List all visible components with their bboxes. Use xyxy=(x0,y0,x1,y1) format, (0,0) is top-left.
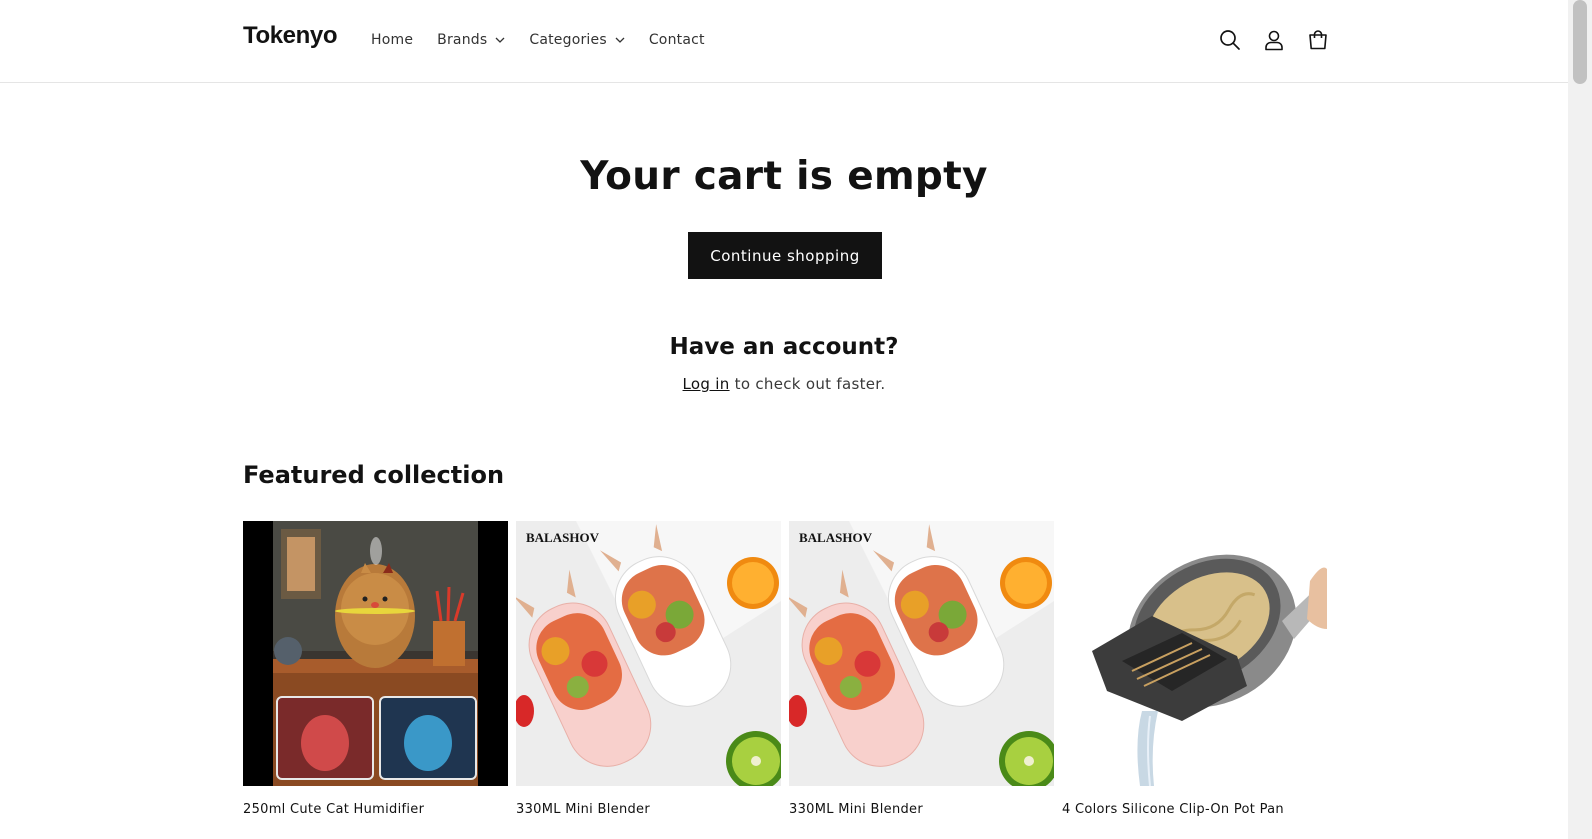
nav-brands[interactable]: Brands xyxy=(437,32,505,48)
login-suffix: to check out faster. xyxy=(729,375,886,393)
chevron-down-icon xyxy=(615,37,625,43)
cart-empty-title: Your cart is empty xyxy=(580,154,988,199)
product-title[interactable]: 330ML Mini Blender xyxy=(516,802,781,817)
site-logo[interactable]: Tokenyo xyxy=(243,22,338,50)
product-title[interactable]: 250ml Cute Cat Humidifier xyxy=(243,802,508,817)
account-title: Have an account? xyxy=(669,334,899,360)
brand-logo: BALASHOV xyxy=(799,530,873,545)
nav-home[interactable]: Home xyxy=(371,32,413,48)
nav-contact-label: Contact xyxy=(648,32,705,48)
main-nav: Home Brands Categories Contact xyxy=(371,32,729,48)
cart-icon[interactable] xyxy=(1306,28,1330,52)
scrollbar-thumb[interactable] xyxy=(1573,0,1587,84)
search-icon[interactable] xyxy=(1218,28,1242,52)
product-card[interactable]: 4 Colors Silicone Clip-On Pot Pan xyxy=(1062,521,1327,817)
featured-title: Featured collection xyxy=(243,461,505,489)
nav-contact[interactable]: Contact xyxy=(649,32,705,48)
nav-home-label: Home xyxy=(371,32,414,48)
login-link[interactable]: Log in xyxy=(683,375,730,393)
product-title[interactable]: 330ML Mini Blender xyxy=(789,802,1054,817)
nav-brands-label: Brands xyxy=(437,32,488,48)
product-image[interactable] xyxy=(1062,521,1327,786)
product-image[interactable]: BALASHOV xyxy=(789,521,1054,786)
header-icons xyxy=(1218,28,1350,52)
chevron-down-icon xyxy=(495,37,505,43)
product-image[interactable]: BALASHOV xyxy=(516,521,781,786)
product-card[interactable]: 250ml Cute Cat Humidifier xyxy=(243,521,508,817)
product-card[interactable]: BALASHOV 330ML Mini Blender xyxy=(789,521,1054,817)
product-grid: 250ml Cute Cat Humidifier BALASHOV 330ML… xyxy=(243,521,1335,817)
site-header: Tokenyo Home Brands Categories Contact xyxy=(0,0,1568,83)
brand-logo: BALASHOV xyxy=(526,530,600,545)
page-scrollbar[interactable] xyxy=(1568,0,1592,839)
product-title[interactable]: 4 Colors Silicone Clip-On Pot Pan xyxy=(1062,802,1327,817)
nav-categories-label: Categories xyxy=(529,32,607,48)
product-image[interactable] xyxy=(243,521,508,786)
product-card[interactable]: BALASHOV 330ML Mini Blender xyxy=(516,521,781,817)
account-icon[interactable] xyxy=(1262,28,1286,52)
nav-categories[interactable]: Categories xyxy=(529,32,625,48)
account-prompt: Log in to check out faster. xyxy=(0,375,1568,393)
continue-shopping-button[interactable]: Continue shopping xyxy=(688,232,882,279)
